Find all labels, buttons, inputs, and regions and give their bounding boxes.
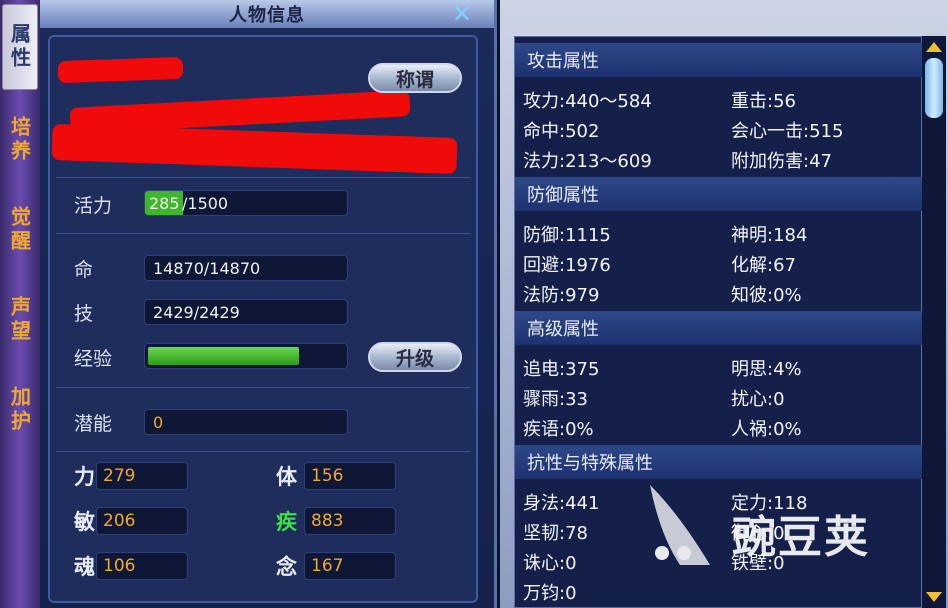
attr-item: 会心一击:515	[731, 121, 844, 142]
title-bar: 人物信息 ✕	[40, 0, 494, 28]
attr-item: 明思:4%	[731, 359, 802, 380]
character-info-window: 属性 培养 觉醒 声望 加护 人物信息 ✕ 称谓 活力 285 /1500 命 …	[0, 0, 497, 608]
stat-agility-value: 206	[96, 507, 188, 535]
close-icon[interactable]: ✕	[448, 0, 476, 28]
scroll-up-arrow-icon[interactable]	[926, 42, 942, 52]
stat-strength-value: 279	[96, 462, 188, 490]
scroll-thumb[interactable]	[925, 58, 943, 118]
stat-constitution-value: 156	[304, 462, 396, 490]
life-value: 14870/14870	[144, 255, 348, 281]
stat-strength-label: 力	[74, 465, 95, 489]
vitality-max: /1500	[182, 193, 229, 213]
life-label: 命	[74, 259, 94, 281]
title-button[interactable]: 称谓	[368, 63, 462, 93]
attr-item: 人祸:0%	[731, 419, 802, 440]
tab-reputation[interactable]: 声望	[2, 280, 38, 360]
attr-item: 身法:441	[523, 493, 600, 514]
stat-agility-label: 敏	[74, 510, 95, 534]
vitality-bar: 285 /1500	[144, 190, 348, 216]
divider	[56, 177, 470, 178]
section-defense-header: 防御属性	[515, 177, 923, 211]
attr-item: 重击:56	[731, 91, 796, 112]
character-panel: 称谓 活力 285 /1500 命 14870/14870 技 2429/242…	[48, 35, 478, 603]
vitality-current: 285	[149, 193, 180, 213]
skill-label: 技	[74, 303, 94, 325]
tab-blessing[interactable]: 加护	[2, 370, 38, 450]
watermark-text: 豌豆荚	[732, 512, 870, 563]
attr-item: 坚韧:78	[523, 523, 588, 544]
redaction-mark	[57, 56, 184, 84]
side-tab-bar: 属性 培养 觉醒 声望 加护	[0, 0, 40, 608]
potential-value: 0	[144, 409, 348, 435]
attr-item: 骤雨:33	[523, 389, 588, 410]
experience-bar	[144, 343, 348, 369]
window-title: 人物信息	[229, 5, 305, 26]
attr-item: 防御:1115	[523, 225, 611, 246]
section-advanced-header: 高级属性	[515, 311, 923, 345]
stat-soul-value: 106	[96, 552, 188, 580]
vitality-label: 活力	[74, 195, 113, 217]
attr-item: 疾语:0%	[523, 419, 594, 440]
stat-mind-value: 167	[304, 552, 396, 580]
divider	[56, 233, 470, 234]
experience-fill	[148, 347, 299, 365]
stat-mind-label: 念	[276, 555, 297, 579]
attr-item: 法防:979	[523, 285, 600, 306]
section-attack-header: 攻击属性	[515, 43, 923, 77]
attr-item: 诛心:0	[523, 553, 577, 574]
stat-constitution-label: 体	[276, 465, 297, 489]
attr-item: 攻力:440～584	[523, 91, 652, 112]
tab-awakening[interactable]: 觉醒	[2, 190, 38, 270]
level-up-button[interactable]: 升级	[368, 342, 462, 372]
divider	[56, 451, 470, 452]
attr-item: 化解:67	[731, 255, 796, 276]
watermark-logo-icon	[650, 485, 710, 565]
stat-speed-value: 883	[304, 507, 396, 535]
potential-label: 潜能	[74, 413, 113, 435]
attr-item: 追电:375	[523, 359, 600, 380]
watermark: 豌豆荚	[640, 475, 940, 575]
attr-item: 附加伤害:47	[731, 151, 832, 172]
tab-attributes[interactable]: 属性	[2, 4, 38, 90]
stat-speed-label: 疾	[276, 510, 297, 534]
stat-soul-label: 魂	[74, 555, 95, 579]
attr-item: 扰心:0	[731, 389, 785, 410]
attr-item: 万钧:0	[523, 583, 577, 604]
redaction-mark	[51, 123, 458, 175]
tab-training[interactable]: 培养	[2, 100, 38, 180]
attr-item: 知彼:0%	[731, 285, 802, 306]
attr-item: 命中:502	[523, 121, 600, 142]
attr-item: 神明:184	[731, 225, 808, 246]
attr-item: 回避:1976	[523, 255, 611, 276]
scroll-down-arrow-icon[interactable]	[926, 592, 942, 602]
experience-label: 经验	[74, 348, 113, 370]
skill-value: 2429/2429	[144, 299, 348, 325]
section-resistance-header: 抗性与特殊属性	[515, 445, 923, 479]
attr-item: 法力:213～609	[523, 151, 652, 172]
divider	[56, 387, 470, 388]
